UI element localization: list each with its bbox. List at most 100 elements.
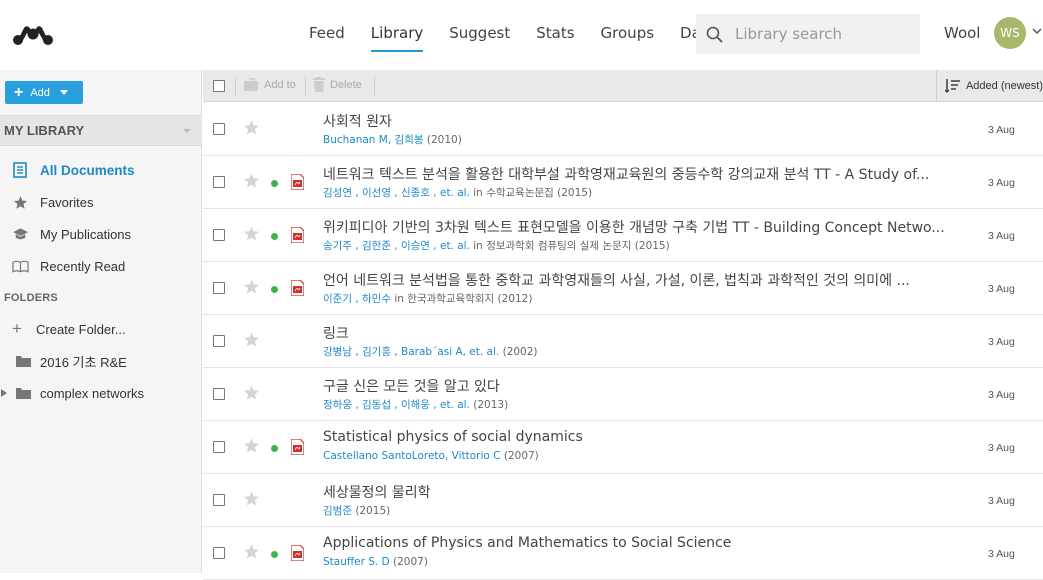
document-meta: 김범준 (2015) <box>323 503 963 518</box>
divider <box>374 77 375 95</box>
document-title[interactable]: Statistical physics of social dynamics <box>323 429 963 445</box>
document-row[interactable]: 언어 네트워크 분석법을 통한 중학교 과학영재들의 사실, 가설, 이론, 법… <box>203 262 1043 315</box>
mendeley-logo-icon[interactable] <box>10 22 56 48</box>
document-year: (2007) <box>503 450 539 462</box>
pdf-icon[interactable] <box>291 227 304 243</box>
folders-header: FOLDERS <box>4 292 58 304</box>
favorite-star-icon[interactable] <box>243 384 260 401</box>
favorite-star-icon[interactable] <box>243 543 260 560</box>
collapse-icon <box>183 129 191 133</box>
added-date: 3 Aug <box>988 283 1015 295</box>
document-year: (2007) <box>393 556 428 568</box>
read-status-dot <box>271 445 278 452</box>
document-row[interactable]: 구글 신은 모든 것을 알고 있다정하웅 , 김동섭 , 이해웅 , et. a… <box>203 368 1043 421</box>
added-date: 3 Aug <box>988 495 1015 507</box>
document-title[interactable]: 링크 <box>323 323 963 343</box>
expand-triangle-icon[interactable] <box>0 388 8 398</box>
row-checkbox[interactable] <box>213 176 225 188</box>
pdf-icon[interactable] <box>291 174 304 190</box>
favorite-star-icon[interactable] <box>243 437 260 454</box>
document-authors[interactable]: 김범준 <box>323 505 352 517</box>
nav-feed[interactable]: Feed <box>296 0 358 70</box>
trash-icon <box>313 77 325 92</box>
document-authors[interactable]: Buchanan M, 김희봉 <box>323 134 424 146</box>
document-row[interactable]: Applications of Physics and Mathematics … <box>203 527 1043 580</box>
document-source: 정보과학회 컴퓨팅의 실제 논문지 <box>486 240 632 252</box>
nav-groups[interactable]: Groups <box>588 0 667 70</box>
document-row[interactable]: 네트워크 텍스트 분석을 활용한 대학부설 과학영재교육원의 중등수학 강의교재… <box>203 156 1043 209</box>
document-list: 사회적 원자 Buchanan M, 김희봉 (2010) 3 Aug 네트워크 텍스… <box>203 103 1043 580</box>
document-row[interactable]: 세상물정의 물리학 김범준 (2015) 3 Aug <box>203 474 1043 527</box>
document-authors[interactable]: 강병남 , 김기흥 , Barab´asi A, et. al. <box>323 346 499 358</box>
document-title[interactable]: 언어 네트워크 분석법을 통한 중학교 과학영재들의 사실, 가설, 이론, 법… <box>323 270 963 290</box>
document-authors[interactable]: 김성연 , 이선영 , 신종호 , et. al. <box>323 187 470 199</box>
folder-add-icon <box>244 78 258 91</box>
document-year: (2013) <box>473 399 509 411</box>
favorite-star-icon[interactable] <box>243 225 260 242</box>
delete-button[interactable]: Delete <box>313 77 362 92</box>
sort-dropdown[interactable]: Added (newest) <box>936 70 1043 102</box>
chevron-down-icon[interactable] <box>1032 28 1042 35</box>
row-checkbox[interactable] <box>213 229 225 241</box>
search-input[interactable] <box>735 25 915 43</box>
document-row[interactable]: Statistical physics of social dynamics Ca… <box>203 421 1043 474</box>
my-library-header[interactable]: MY LIBRARY <box>0 115 202 146</box>
pdf-icon[interactable] <box>291 545 304 561</box>
favorite-star-icon[interactable] <box>243 119 260 136</box>
row-checkbox[interactable] <box>213 282 225 294</box>
document-meta: Stauffer S. D (2007) <box>323 556 963 568</box>
document-title[interactable]: Applications of Physics and Mathematics … <box>323 535 963 551</box>
nav-suggest[interactable]: Suggest <box>436 0 523 70</box>
pdf-icon[interactable] <box>291 280 304 296</box>
row-checkbox[interactable] <box>213 388 225 400</box>
avatar[interactable]: WS <box>994 17 1026 49</box>
nav-library[interactable]: Library <box>358 0 436 70</box>
document-source: 수학교육논문집 <box>486 187 554 199</box>
document-authors[interactable]: 정하웅 , 김동섭 , 이해웅 , et. al. <box>323 399 470 411</box>
document-authors[interactable]: Stauffer S. D <box>323 556 390 568</box>
row-checkbox[interactable] <box>213 494 225 506</box>
added-date: 3 Aug <box>988 177 1015 189</box>
row-checkbox[interactable] <box>213 335 225 347</box>
document-title[interactable]: 네트워크 텍스트 분석을 활용한 대학부설 과학영재교육원의 중등수학 강의교재… <box>323 164 963 184</box>
add-to-button[interactable]: Add to <box>243 77 296 92</box>
create-folder-button[interactable]: + Create Folder... <box>0 313 202 345</box>
document-title[interactable]: 사회적 원자 <box>323 111 963 131</box>
document-authors[interactable]: 이준기 , 하민수 <box>323 293 391 305</box>
favorite-star-icon[interactable] <box>243 490 260 507</box>
row-checkbox[interactable] <box>213 547 225 559</box>
added-date: 3 Aug <box>988 230 1015 242</box>
sort-label: Added (newest) <box>965 80 1043 92</box>
document-title[interactable]: 위키피디아 기반의 3차원 텍스트 표현모델을 이용한 개념망 구축 기법 TT… <box>323 217 963 237</box>
document-row[interactable]: 링크 강병남 , 김기흥 , Barab´asi A, et. al. (2002… <box>203 315 1043 368</box>
document-title[interactable]: 구글 신은 모든 것을 알고 있다 <box>323 376 963 396</box>
read-status-dot <box>271 233 278 240</box>
document-title[interactable]: 세상물정의 물리학 <box>323 482 963 502</box>
plus-icon: + <box>14 83 24 101</box>
folder-item[interactable]: complex networks <box>0 377 202 409</box>
sidebar: + Add MY LIBRARY All Documents Favorites… <box>0 70 202 573</box>
document-authors[interactable]: 송기주 , 김한준 , 이승연 , et. al. <box>323 240 470 252</box>
document-row[interactable]: 사회적 원자 Buchanan M, 김희봉 (2010) 3 Aug <box>203 103 1043 156</box>
document-row[interactable]: 위키피디아 기반의 3차원 텍스트 표현모델을 이용한 개념망 구축 기법 TT… <box>203 209 1043 262</box>
row-checkbox[interactable] <box>213 441 225 453</box>
pdf-icon[interactable] <box>291 439 304 455</box>
favorite-star-icon[interactable] <box>243 331 260 348</box>
select-all-checkbox[interactable] <box>213 80 225 92</box>
favorite-star-icon[interactable] <box>243 278 260 295</box>
row-checkbox[interactable] <box>213 123 225 135</box>
in-label: in <box>394 293 404 305</box>
sidebar-item-recently-read[interactable]: Recently Read <box>0 250 202 282</box>
favorite-star-icon[interactable] <box>243 172 260 189</box>
sidebar-item-favorites[interactable]: Favorites <box>0 186 202 218</box>
document-meta: 송기주 , 김한준 , 이승연 , et. al. in 정보과학회 컴퓨팅의 … <box>323 238 963 253</box>
nav-stats[interactable]: Stats <box>523 0 587 70</box>
sidebar-item-my-publications[interactable]: My Publications <box>0 218 202 250</box>
document-toolbar: Add to Delete Added (newest) <box>203 70 1043 102</box>
folder-item[interactable]: 2016 기초 R&E <box>0 345 202 377</box>
add-button[interactable]: + Add <box>5 81 83 104</box>
sort-icon <box>945 79 960 93</box>
document-authors[interactable]: Castellano SantoLoreto, Vittorio C <box>323 450 501 462</box>
user-name[interactable]: Wool <box>944 24 980 42</box>
sidebar-item-all-documents[interactable]: All Documents <box>0 154 202 186</box>
